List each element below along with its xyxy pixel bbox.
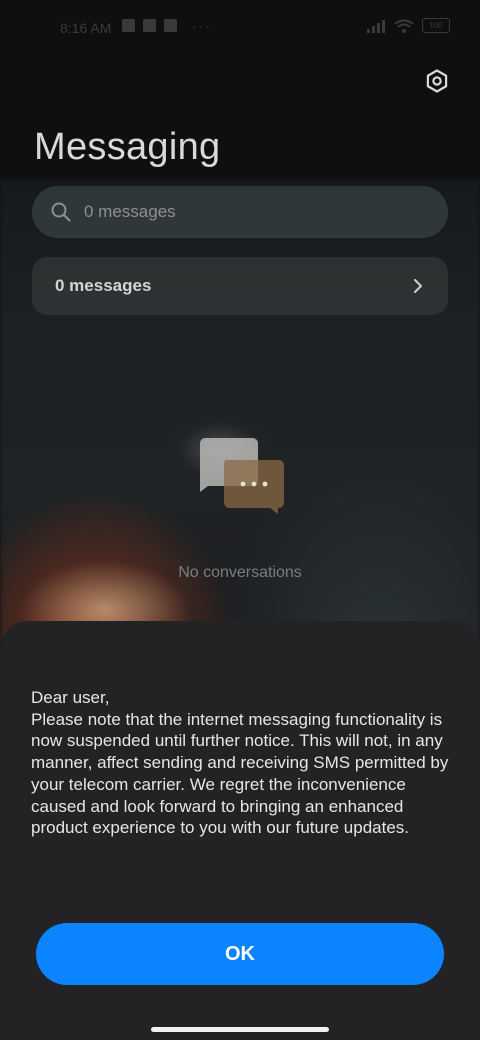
notice-message: Dear user, Please note that the internet…	[31, 688, 449, 838]
settings-gear-icon	[426, 69, 448, 93]
chat-bubbles-icon	[200, 438, 284, 514]
settings-button[interactable]	[418, 62, 456, 100]
chevron-right-icon	[413, 278, 423, 294]
ok-button[interactable]: OK	[36, 923, 444, 985]
wifi-icon	[394, 19, 414, 33]
system-icons: 100	[366, 18, 450, 33]
status-bar: 8:16 AM ··· 100	[0, 0, 480, 56]
search-bar[interactable]	[32, 186, 448, 238]
notification-icons	[122, 19, 177, 32]
home-indicator[interactable]	[151, 1027, 329, 1032]
messages-summary-label: 0 messages	[55, 276, 152, 295]
more-notifications-indicator: ···	[192, 18, 212, 34]
messages-summary-row[interactable]: 0 messages	[32, 257, 448, 315]
notice-dialog: Dear user, Please note that the internet…	[0, 621, 480, 1040]
page-title: Messaging	[34, 126, 221, 168]
battery-icon: 100	[422, 18, 450, 33]
status-time: 8:16 AM	[60, 20, 112, 36]
notification-icon	[164, 19, 177, 32]
search-icon	[51, 202, 71, 222]
notification-icon	[143, 19, 156, 32]
signal-icon	[367, 19, 385, 33]
notification-icon	[122, 19, 135, 32]
search-input[interactable]	[82, 201, 406, 223]
empty-state-text: No conversations	[178, 564, 302, 581]
